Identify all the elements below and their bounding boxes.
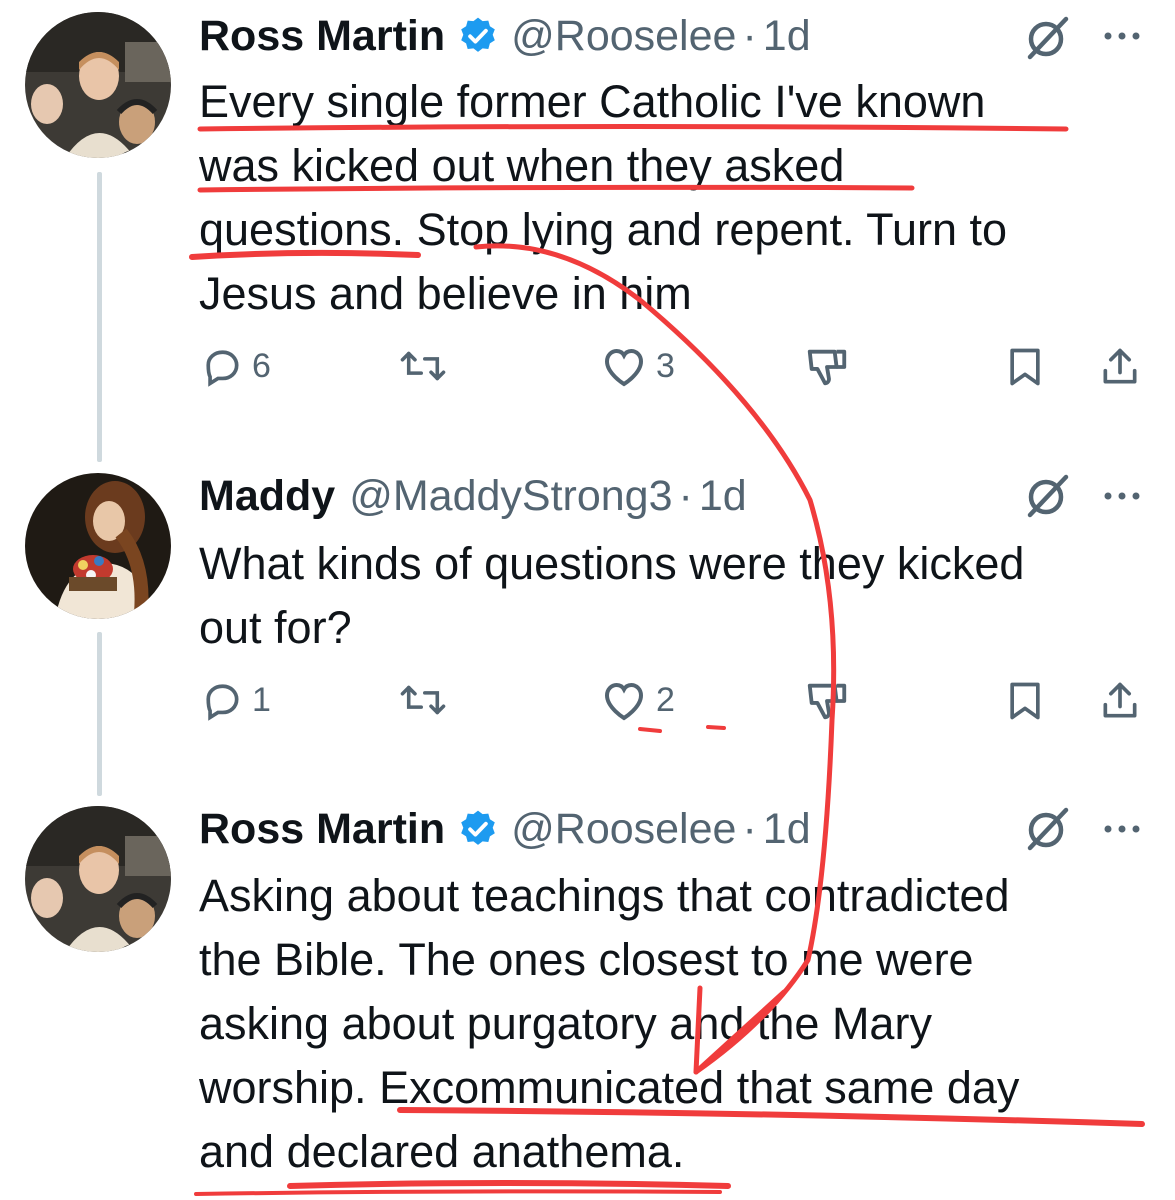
tweet-text-line: out for? — [199, 602, 352, 653]
avatar[interactable] — [25, 473, 171, 619]
reply-icon — [206, 350, 239, 387]
author-name[interactable]: Maddy — [199, 472, 335, 521]
tweet-header: Ross Martin @Rooselee · 1d — [199, 8, 811, 64]
tweet-text-line: and declared anathema. — [199, 1126, 685, 1177]
heart-icon — [604, 348, 644, 387]
bookmark-icon — [1010, 348, 1040, 386]
reply-button[interactable]: 6 — [200, 344, 271, 388]
reply-count: 6 — [252, 346, 271, 385]
verified-badge-icon — [457, 808, 499, 850]
heart-icon — [604, 682, 644, 721]
more-icon[interactable] — [1100, 474, 1144, 518]
dislike-button[interactable] — [803, 678, 851, 724]
retweet-icon — [400, 351, 446, 381]
tweet-text-line: Every single former Catholic I've known — [199, 76, 986, 127]
separator-dot: · — [678, 471, 693, 520]
retweet-icon — [400, 685, 446, 715]
tweet-text-line: worship. Excommunicated that same day — [199, 1062, 1020, 1113]
avatar-photo — [25, 473, 171, 619]
author-name[interactable]: Ross Martin — [199, 805, 445, 854]
tweet-text-line: was kicked out when they asked — [199, 140, 845, 191]
reply-count: 1 — [252, 680, 271, 719]
tweet-actions: 1 2 — [0, 678, 1175, 738]
author-handle[interactable]: @Rooselee — [511, 805, 736, 854]
more-icon[interactable] — [1100, 14, 1144, 58]
tweet-text: Every single former Catholic I've known … — [199, 70, 1149, 326]
annotation-underline — [194, 1189, 722, 1196]
grok-icon[interactable] — [1022, 471, 1072, 521]
tweet-text: Asking about teachings that contradicted… — [199, 864, 1149, 1184]
tweet-text-line: What kinds of questions were they kicked — [199, 538, 1025, 589]
like-button[interactable]: 3 — [600, 344, 675, 388]
tweet-actions: 6 3 — [0, 344, 1175, 404]
verified-badge-icon — [457, 15, 499, 57]
like-count: 3 — [656, 346, 675, 385]
bookmark-button[interactable] — [1003, 678, 1047, 724]
tweet-header: Maddy @MaddyStrong3 · 1d — [199, 468, 747, 524]
avatar[interactable] — [25, 12, 171, 158]
reply-button[interactable]: 1 — [200, 678, 271, 722]
retweet-button[interactable] — [398, 678, 456, 722]
separator-dot: · — [742, 804, 757, 853]
retweet-button[interactable] — [398, 344, 456, 388]
avatar[interactable] — [25, 806, 171, 952]
dislike-button[interactable] — [803, 344, 851, 390]
tweet-text-line: Jesus and believe in him — [199, 268, 692, 319]
avatar-photo — [25, 12, 171, 158]
author-handle[interactable]: @MaddyStrong3 — [349, 472, 672, 521]
share-button[interactable] — [1098, 678, 1142, 724]
tweet-header: Ross Martin @Rooselee · 1d — [199, 801, 811, 857]
tweet-text: What kinds of questions were they kicked… — [199, 532, 1149, 660]
thumbs-down-icon — [807, 349, 847, 386]
author-name[interactable]: Ross Martin — [199, 12, 445, 61]
thumbs-down-icon — [807, 683, 847, 720]
tweet-text-line: Asking about teachings that contradicted — [199, 870, 1010, 921]
timestamp[interactable]: 1d — [699, 472, 747, 521]
timestamp[interactable]: 1d — [763, 805, 811, 854]
bookmark-button[interactable] — [1003, 344, 1047, 390]
share-icon — [1103, 348, 1137, 384]
reply-icon — [206, 684, 239, 721]
bookmark-icon — [1010, 682, 1040, 720]
author-handle[interactable]: @Rooselee — [511, 12, 736, 61]
tweet-text-line: the Bible. The ones closest to me were — [199, 934, 974, 985]
like-count: 2 — [656, 680, 675, 719]
share-button[interactable] — [1098, 344, 1142, 390]
thread-connector-line — [97, 172, 102, 462]
share-icon — [1103, 682, 1137, 718]
more-icon[interactable] — [1100, 807, 1144, 851]
grok-icon[interactable] — [1022, 804, 1072, 854]
avatar-photo — [25, 806, 171, 952]
tweet-text-line: asking about purgatory and the Mary — [199, 998, 932, 1049]
tweet-text-line: questions. Stop lying and repent. Turn t… — [199, 204, 1008, 255]
timestamp[interactable]: 1d — [763, 12, 811, 61]
separator-dot: · — [742, 11, 757, 60]
grok-icon[interactable] — [1022, 13, 1072, 63]
like-button[interactable]: 2 — [600, 678, 675, 722]
